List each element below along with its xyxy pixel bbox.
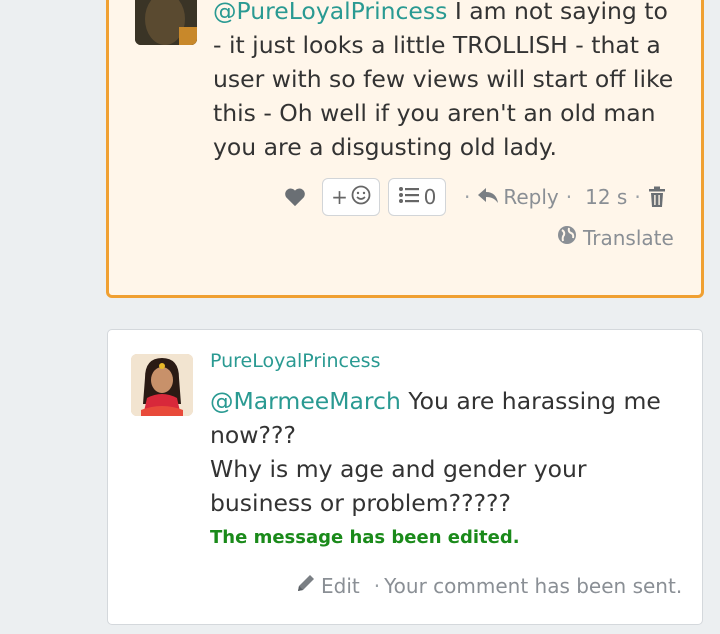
edited-notice: The message has been edited. bbox=[210, 527, 520, 548]
globe-icon bbox=[557, 225, 577, 250]
trash-icon[interactable] bbox=[648, 186, 666, 208]
translate-button[interactable]: Translate bbox=[557, 225, 674, 250]
add-reaction-button[interactable]: + bbox=[322, 178, 380, 216]
avatar[interactable] bbox=[135, 0, 197, 45]
avatar[interactable] bbox=[131, 354, 193, 416]
reply-button[interactable]: Reply bbox=[477, 185, 559, 209]
mention-link[interactable]: @PureLoyalPrincess bbox=[213, 0, 447, 25]
comment-card-highlighted: @PureLoyalPrincess I am not saying to - … bbox=[106, 0, 704, 298]
comment-text: @PureLoyalPrincess I am not saying to - … bbox=[213, 0, 683, 164]
pencil-icon bbox=[296, 573, 316, 598]
comment-author[interactable]: PureLoyalPrincess bbox=[210, 350, 380, 372]
comment-actions: Edit · Your comment has been sent. bbox=[296, 573, 682, 598]
list-icon bbox=[398, 185, 420, 210]
comment-actions: + 0 · Reply · 12 s · bbox=[284, 176, 666, 218]
comment-text: @MarmeeMarch You are harassing me now???… bbox=[210, 387, 661, 517]
heart-icon[interactable] bbox=[284, 187, 306, 207]
status-text: Your comment has been sent. bbox=[384, 573, 683, 598]
reply-icon bbox=[477, 185, 499, 209]
mention-link[interactable]: @MarmeeMarch bbox=[210, 387, 401, 415]
comment-card: PureLoyalPrincess @MarmeeMarch You are h… bbox=[107, 329, 703, 625]
timestamp: 12 s bbox=[585, 185, 628, 209]
smiley-icon bbox=[351, 185, 371, 210]
list-count-button[interactable]: 0 bbox=[388, 178, 446, 216]
edit-button[interactable]: Edit bbox=[296, 573, 360, 598]
